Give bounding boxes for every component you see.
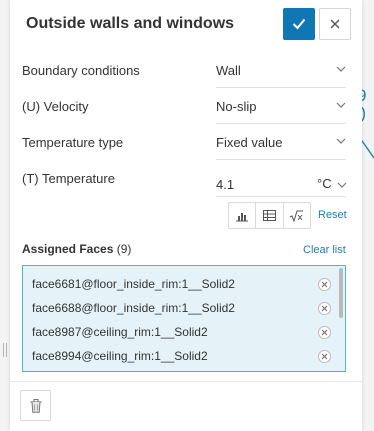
list-item[interactable]: face6688@floor_inside_rim:1__Solid2 bbox=[32, 300, 235, 316]
assigned-faces-list[interactable]: face6681@floor_inside_rim:1__Solid2 face… bbox=[22, 265, 346, 372]
chart-button[interactable] bbox=[229, 203, 257, 228]
list-item[interactable]: face8994@ceiling_rim:1__Solid2 bbox=[32, 348, 208, 364]
close-icon bbox=[321, 281, 328, 288]
chevron-down-icon bbox=[336, 66, 346, 72]
formula-button[interactable] bbox=[284, 203, 310, 228]
chart-icon bbox=[236, 212, 249, 221]
boundary-condition-panel: Outside walls and windows Boundary condi… bbox=[10, 0, 362, 431]
velocity-row: (U) Velocity No-slip bbox=[22, 99, 348, 135]
trash-icon bbox=[30, 398, 41, 413]
close-icon bbox=[321, 305, 328, 312]
boundary-conditions-underline bbox=[216, 87, 346, 88]
velocity-value: No-slip bbox=[216, 99, 257, 114]
check-icon bbox=[292, 18, 306, 30]
panel-title: Outside walls and windows bbox=[26, 15, 235, 32]
close-icon bbox=[330, 19, 340, 29]
panel-header: Outside walls and windows bbox=[10, 0, 362, 48]
temperature-type-value: Fixed value bbox=[216, 135, 283, 150]
assigned-faces-label: Assigned Faces bbox=[22, 242, 114, 256]
boundary-conditions-row: Boundary conditions Wall bbox=[22, 63, 348, 99]
chevron-down-icon bbox=[337, 182, 347, 188]
remove-face-button[interactable] bbox=[318, 326, 331, 339]
table-button[interactable] bbox=[256, 203, 284, 228]
close-icon bbox=[321, 353, 328, 360]
assigned-faces-count: (9) bbox=[116, 242, 132, 256]
remove-face-button[interactable] bbox=[318, 350, 331, 363]
resize-grip[interactable] bbox=[3, 343, 7, 357]
delete-button[interactable] bbox=[20, 390, 51, 421]
temperature-value: 4.1 bbox=[216, 177, 235, 192]
value-tools bbox=[228, 202, 311, 229]
velocity-select[interactable]: No-slip bbox=[216, 99, 346, 115]
temperature-label: (T) Temperature bbox=[22, 171, 115, 186]
chevron-down-icon bbox=[336, 138, 346, 144]
confirm-button[interactable] bbox=[283, 8, 315, 40]
list-scrollbar[interactable] bbox=[339, 268, 343, 318]
boundary-conditions-select[interactable]: Wall bbox=[216, 63, 346, 79]
close-icon bbox=[321, 329, 328, 336]
remove-face-button[interactable] bbox=[318, 302, 331, 315]
temperature-input[interactable]: 4.1 bbox=[216, 177, 296, 193]
temperature-type-underline bbox=[216, 159, 346, 160]
list-item[interactable]: face8987@ceiling_rim:1__Solid2 bbox=[32, 324, 208, 340]
velocity-label: (U) Velocity bbox=[22, 99, 89, 114]
boundary-conditions-label: Boundary conditions bbox=[22, 63, 140, 78]
formula-icon bbox=[290, 210, 304, 222]
velocity-underline bbox=[216, 123, 346, 124]
close-button[interactable] bbox=[319, 8, 351, 40]
temperature-underline bbox=[216, 196, 346, 197]
temperature-type-row: Temperature type Fixed value bbox=[22, 135, 348, 171]
temperature-unit: °C bbox=[317, 176, 332, 191]
footer-divider bbox=[10, 381, 362, 382]
temperature-type-select[interactable]: Fixed value bbox=[216, 135, 346, 151]
chevron-down-icon bbox=[336, 102, 346, 108]
table-icon bbox=[262, 210, 276, 221]
assigned-faces-heading: Assigned Faces (9) bbox=[22, 242, 131, 256]
remove-face-button[interactable] bbox=[318, 278, 331, 291]
temperature-type-label: Temperature type bbox=[22, 135, 124, 150]
reset-link[interactable]: Reset bbox=[318, 209, 347, 221]
clear-list-link[interactable]: Clear list bbox=[303, 244, 346, 256]
temperature-unit-select[interactable]: °C bbox=[317, 176, 347, 192]
boundary-conditions-value: Wall bbox=[216, 63, 241, 78]
list-item[interactable]: face6681@floor_inside_rim:1__Solid2 bbox=[32, 276, 235, 292]
